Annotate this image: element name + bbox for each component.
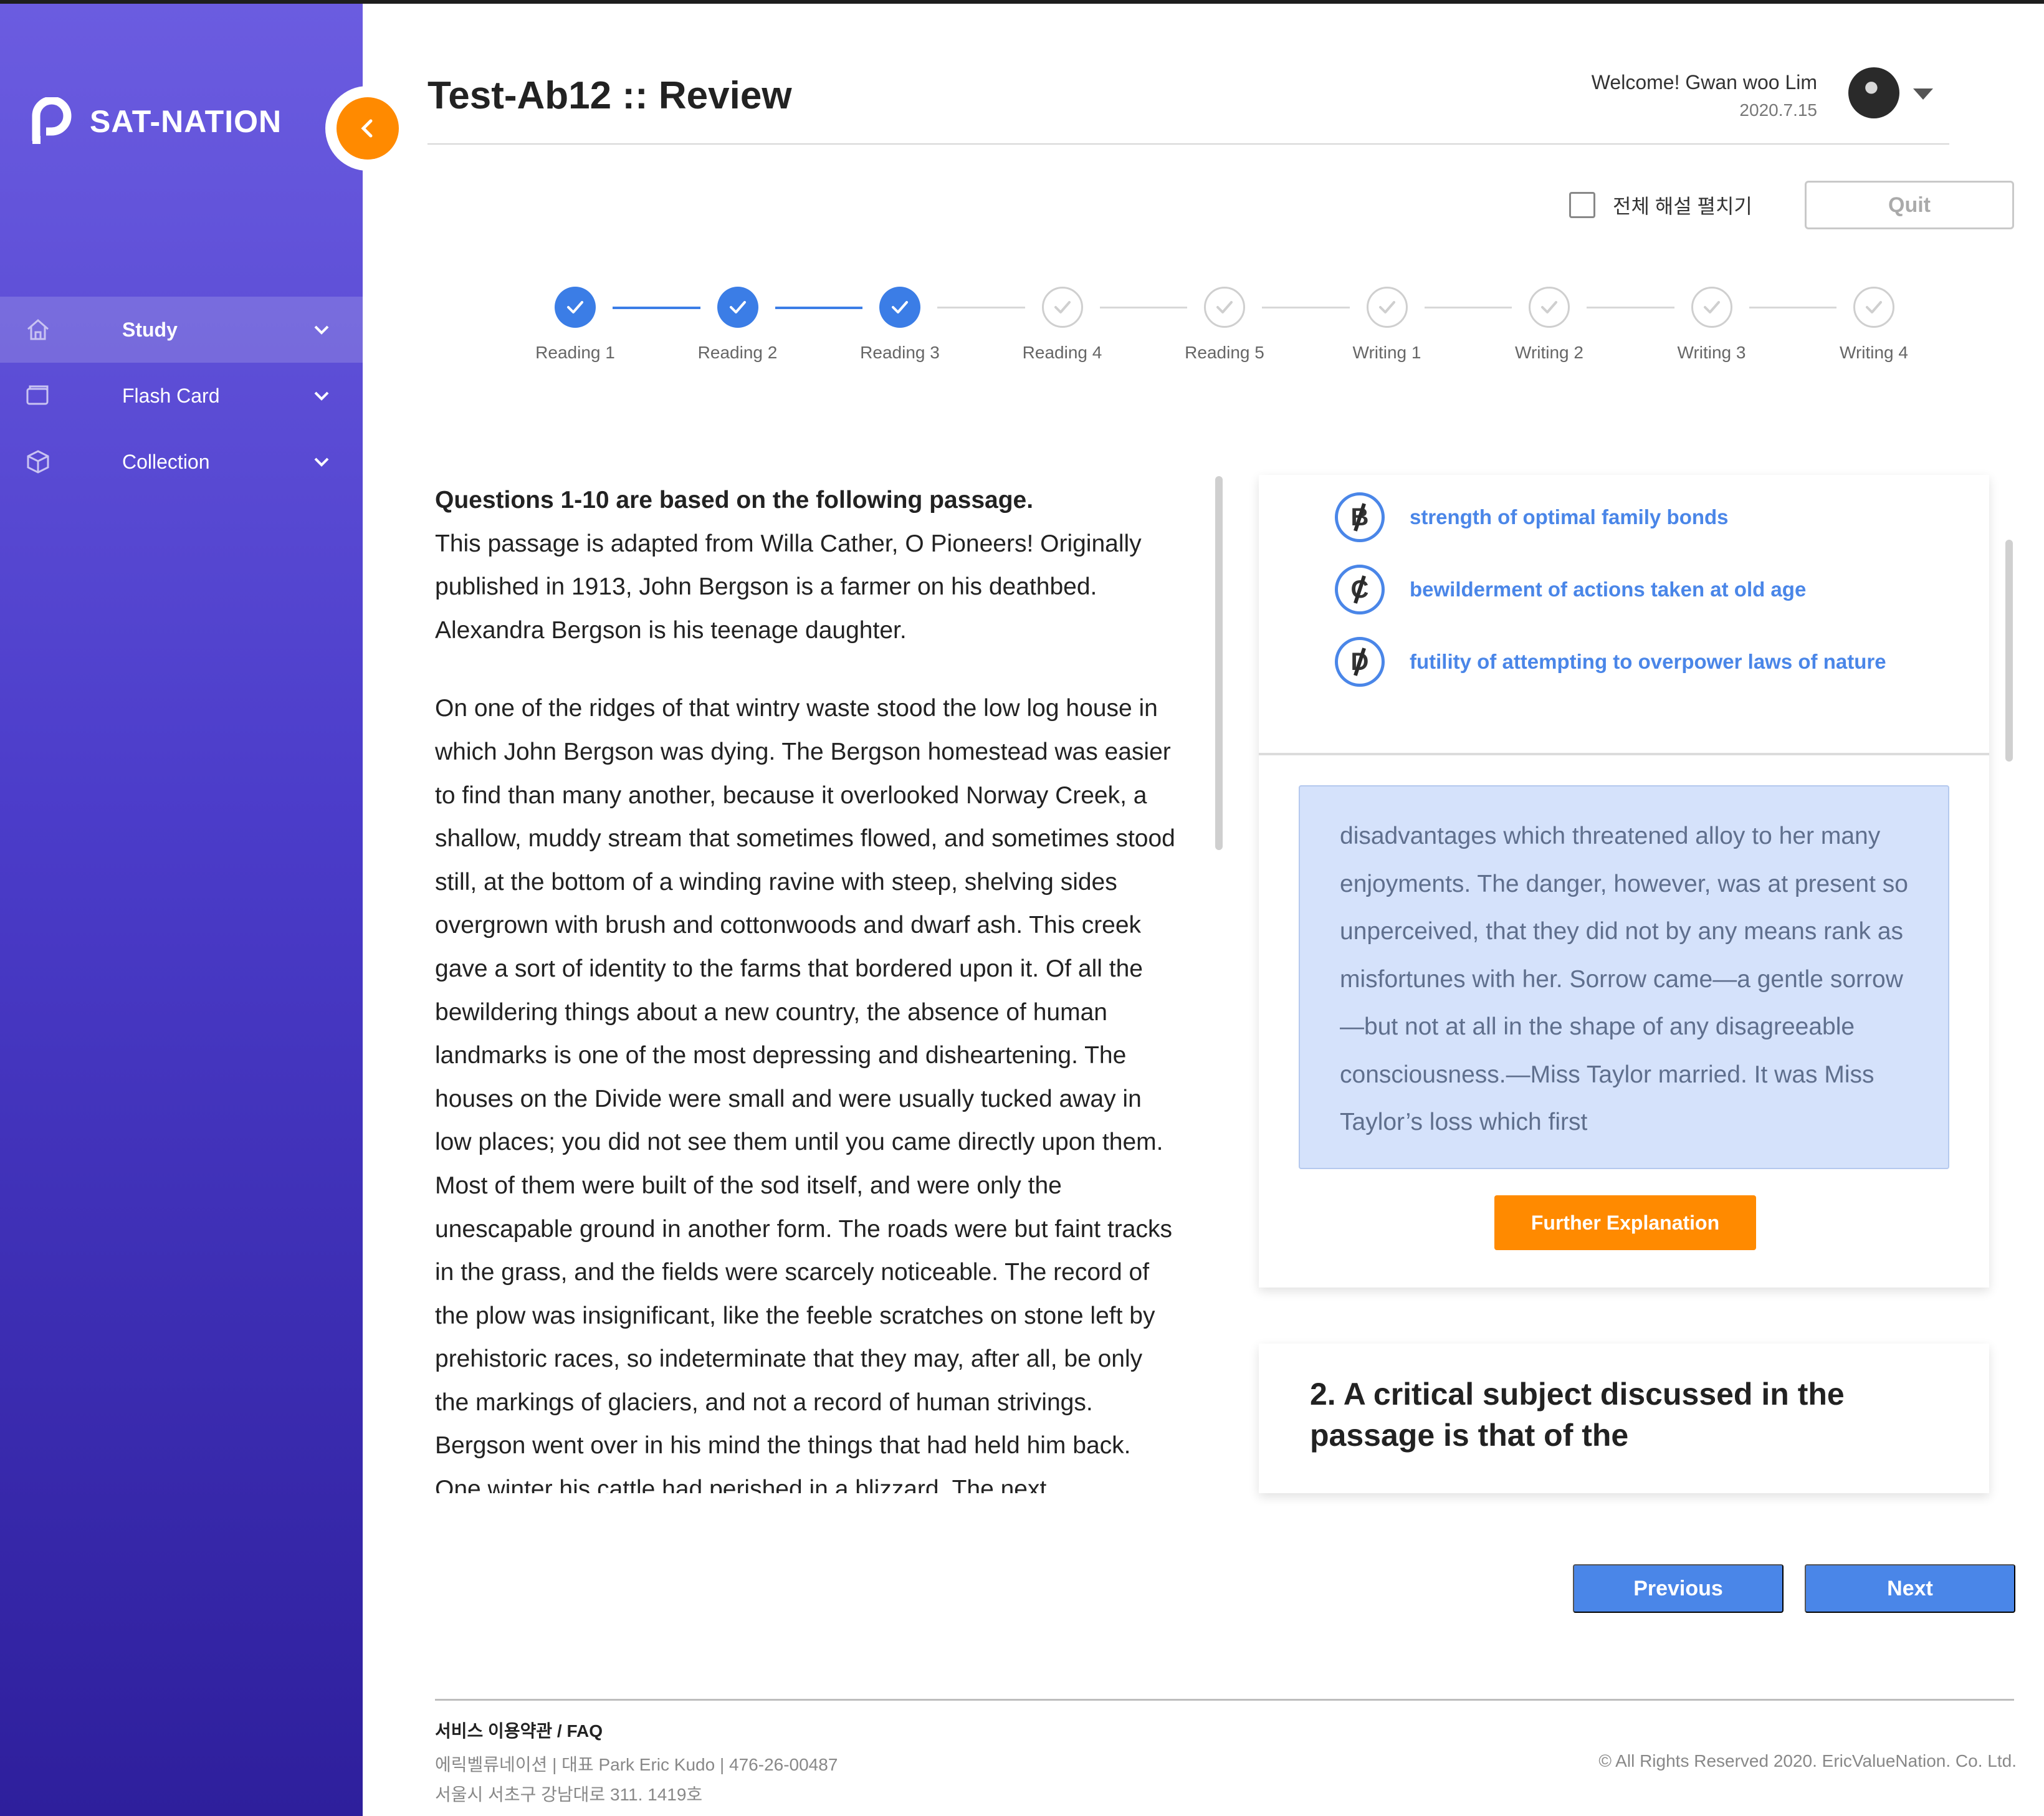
step-label: Writing 2 (1515, 343, 1583, 362)
option-text: strength of optimal family bonds (1410, 505, 1729, 528)
quit-button[interactable]: Quit (1805, 181, 2014, 229)
header-divider (427, 143, 1949, 145)
footer-address: 서울시 서초구 강남대로 311. 1419호 (435, 1785, 703, 1804)
step-writing-1[interactable]: Writing 1 (1306, 287, 1468, 363)
sidebar-collapse-button[interactable] (337, 97, 399, 160)
step-writing-3[interactable]: Writing 3 (1631, 287, 1793, 363)
check-icon (555, 287, 596, 328)
chevron-down-icon[interactable] (309, 449, 334, 474)
step-reading-5[interactable]: Reading 5 (1144, 287, 1306, 363)
step-reading-2[interactable]: Reading 2 (657, 287, 819, 363)
cube-icon (27, 450, 49, 474)
section-stepper: Reading 1 Reading 2 Reading 3 Reading 4 Read… (0, 287, 2044, 374)
step-label: Writing 3 (1677, 343, 1746, 362)
check-icon (1691, 287, 1732, 328)
chevron-down-icon[interactable] (309, 383, 334, 408)
reading-passage: Questions 1-10 are based on the followin… (435, 479, 1183, 1493)
option-text: bewilderment of actions taken at old age (1410, 578, 1807, 601)
check-icon (1853, 287, 1894, 328)
check-icon (879, 287, 920, 328)
caret-down-icon[interactable] (1913, 88, 1933, 100)
step-label: Reading 2 (697, 343, 778, 362)
step-label: Writing 4 (1840, 343, 1908, 362)
step-label: Reading 5 (1185, 343, 1264, 362)
avatar[interactable] (1848, 67, 1899, 118)
step-writing-4[interactable]: Writing 4 (1793, 287, 1955, 363)
footer-copyright: © All Rights Reserved 2020. EricValueNat… (1598, 1751, 2017, 1771)
option-text: futility of attempting to overpower laws… (1410, 650, 1886, 673)
question-card-2: 2. A critical subject discussed in the p… (1259, 1344, 1989, 1493)
footer-company-info: 에릭벨류네이션 | 대표 Park Eric Kudo | 476-26-004… (435, 1755, 838, 1774)
welcome-date: 2020.7.15 (1739, 100, 1817, 120)
previous-button[interactable]: Previous (1573, 1564, 1784, 1613)
sidebar-item-collection[interactable]: Collection (0, 429, 363, 495)
option-marker: B (1335, 492, 1385, 542)
answer-option-c[interactable]: C bewilderment of actions taken at old a… (1335, 565, 1806, 614)
explanation-box: disadvantages which threatened alloy to … (1299, 785, 1949, 1169)
expand-all-label: 전체 해설 펼치기 (1613, 195, 1752, 217)
sidebar-item-label: Collection (122, 450, 210, 473)
passage-body: On one of the ridges of that wintry wast… (435, 695, 1175, 1493)
step-reading-3[interactable]: Reading 3 (819, 287, 981, 363)
logo-icon (27, 96, 76, 146)
questions-scrollbar[interactable] (2005, 540, 2013, 762)
option-marker: C (1335, 565, 1385, 614)
question-card: B strength of optimal family bonds C bew… (1259, 475, 1989, 1288)
footer-divider (435, 1699, 2014, 1701)
next-button[interactable]: Next (1805, 1564, 2015, 1613)
step-label: Reading 4 (1022, 343, 1102, 362)
check-icon (1366, 287, 1408, 328)
sidebar: SAT-NATION Study Flash Card Collection (0, 4, 363, 1816)
further-explanation-button[interactable]: Further Explanation (1494, 1195, 1756, 1250)
check-icon (717, 287, 758, 328)
sidebar-item-label: Flash Card (122, 384, 220, 407)
question-text: 2. A critical subject discussed in the p… (1310, 1377, 1845, 1453)
check-icon (1041, 287, 1083, 328)
card-divider (1259, 753, 1989, 755)
check-icon (1204, 287, 1245, 328)
passage-heading: Questions 1-10 are based on the followin… (435, 487, 1034, 514)
expand-all-checkbox[interactable] (1569, 192, 1595, 218)
answer-option-d[interactable]: D futility of attempting to overpower la… (1335, 637, 1886, 687)
expand-all-toggle[interactable]: 전체 해설 펼치기 (1569, 191, 1752, 219)
step-label: Reading 1 (535, 343, 615, 362)
step-label: Writing 1 (1352, 343, 1421, 362)
footer-links[interactable]: 서비스 이용약관 / FAQ (435, 1718, 603, 1742)
passage-intro: This passage is adapted from Willa Cathe… (435, 530, 1142, 644)
step-reading-1[interactable]: Reading 1 (494, 287, 656, 363)
passage-scrollbar[interactable] (1215, 476, 1223, 850)
user-welcome: Welcome! Gwan woo Lim 2020.7.15 (1592, 71, 1817, 120)
step-writing-2[interactable]: Writing 2 (1468, 287, 1630, 363)
check-icon (1529, 287, 1570, 328)
step-reading-4[interactable]: Reading 4 (981, 287, 1144, 363)
page-title: Test-Ab12 :: Review (427, 74, 792, 117)
brand-name: SAT-NATION (90, 104, 282, 139)
welcome-text: Welcome! Gwan woo Lim (1591, 71, 1817, 93)
answer-option-b[interactable]: B strength of optimal family bonds (1335, 492, 1729, 542)
option-marker: D (1335, 637, 1385, 687)
brand-logo[interactable]: SAT-NATION (27, 96, 282, 146)
chevron-left-icon (361, 119, 373, 138)
card-icon (26, 385, 49, 405)
step-label: Reading 3 (860, 343, 940, 362)
